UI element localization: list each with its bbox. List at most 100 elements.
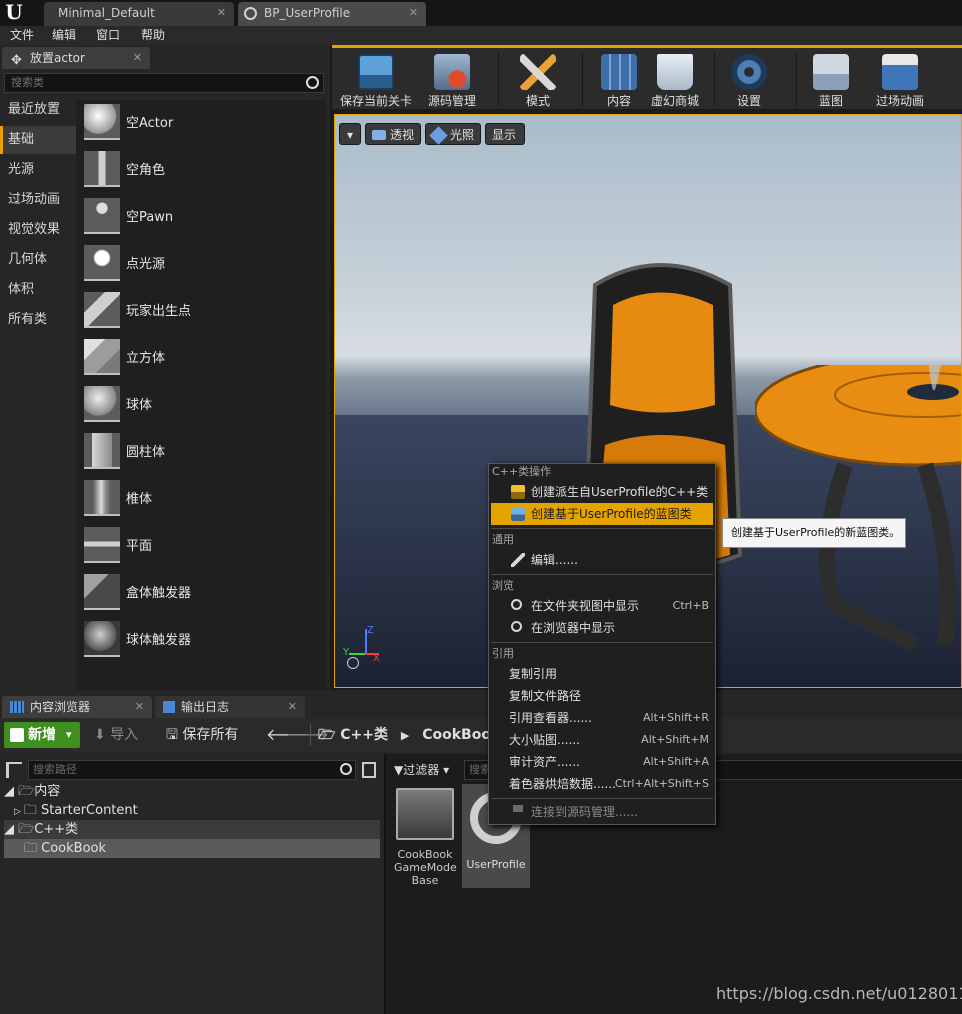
actor-item-box-trigger[interactable]: 盒体触发器: [82, 572, 322, 612]
button-label: 源码管理: [427, 94, 476, 108]
menu-item-copy-file-path[interactable]: 复制文件路径: [491, 685, 713, 707]
lit-button[interactable]: 光照: [425, 123, 481, 145]
menu-item-shader-cook-data[interactable]: 着色器烘焙数据...... Ctrl+Alt+Shift+S: [491, 773, 713, 795]
close-icon[interactable]: ✕: [409, 2, 418, 24]
tab-output-log[interactable]: 输出日志 ✕: [155, 696, 305, 718]
place-actor-tab[interactable]: ✥ 放置actor ✕: [2, 47, 150, 69]
category-lights[interactable]: 光源: [0, 156, 76, 184]
actor-item-plane[interactable]: 平面: [82, 525, 322, 565]
category-recent[interactable]: 最近放置: [0, 96, 76, 124]
class-search-input[interactable]: 搜索类: [4, 73, 324, 93]
actor-item-sphere-trigger[interactable]: 球体触发器: [82, 619, 322, 659]
menu-item-show-in-explorer[interactable]: 在浏览器中显示: [491, 617, 713, 639]
asset-tile-gamemode[interactable]: CookBook GameMode Base: [394, 786, 457, 890]
show-button[interactable]: 显示: [485, 123, 525, 145]
filter-button[interactable]: ▼过滤器 ▾: [394, 760, 449, 780]
perspective-icon: [372, 130, 386, 140]
actor-item-empty-actor[interactable]: 空Actor: [82, 102, 322, 142]
menu-file[interactable]: 文件: [10, 26, 34, 45]
tab-content-browser[interactable]: 内容浏览器 ✕: [2, 696, 152, 718]
actor-item-cube[interactable]: 立方体: [82, 337, 322, 377]
add-new-button[interactable]: 新增 ▾: [4, 722, 80, 748]
expanded-arrow-icon: ◢: [4, 822, 19, 837]
menu-item-edit[interactable]: 编辑......: [491, 549, 713, 571]
category-geometry[interactable]: 几何体: [0, 246, 76, 274]
source-control-icon: [434, 54, 470, 90]
button-label: 保存当前关卡: [339, 94, 412, 108]
tree-item-cpp-classes[interactable]: ◢ 🗁C++类: [4, 820, 380, 839]
content-button[interactable]: 内容: [590, 50, 648, 108]
modes-button[interactable]: 模式: [506, 50, 570, 108]
tooltip: 创建基于UserProfile的新蓝图类。: [722, 518, 906, 548]
toolbar-separator: [582, 52, 583, 106]
button-label: 蓝图: [818, 94, 843, 108]
category-visual-effects[interactable]: 视觉效果: [0, 216, 76, 244]
perspective-button[interactable]: 透视: [365, 123, 421, 145]
view-options-icon[interactable]: [362, 762, 376, 778]
menu-item-create-blueprint-class[interactable]: 创建基于UserProfile的蓝图类: [491, 503, 713, 525]
gamepad-icon: [396, 788, 454, 840]
separator: [310, 724, 311, 746]
breadcrumb-item-cpp-classes[interactable]: C++类: [340, 727, 388, 743]
filter-icon: ▼: [394, 763, 404, 777]
close-icon[interactable]: ✕: [135, 696, 144, 718]
actor-item-empty-pawn[interactable]: 空Pawn: [82, 196, 322, 236]
menu-item-create-cpp-class[interactable]: 创建派生自UserProfile的C++类: [491, 481, 713, 503]
menu-item-size-map[interactable]: 大小贴图...... Alt+Shift+M: [491, 729, 713, 751]
menu-window[interactable]: 窗口: [96, 26, 120, 45]
menu-help[interactable]: 帮助: [141, 26, 165, 45]
actor-item-empty-character[interactable]: 空角色: [82, 149, 322, 189]
viewport-options-dropdown[interactable]: ▾: [339, 123, 361, 145]
blueprint-icon: [813, 54, 849, 90]
tree-item-content[interactable]: ◢ 🗁内容: [4, 782, 60, 801]
empty-actor-icon: [84, 104, 120, 140]
button-label: 过滤器: [403, 763, 440, 777]
save-all-button[interactable]: 🖫 保存所有: [166, 718, 238, 752]
menu-item-show-in-folder-view[interactable]: 在文件夹视图中显示 Ctrl+B: [491, 595, 713, 617]
tab-bp-userprofile[interactable]: BP_UserProfile ✕: [238, 2, 426, 26]
add-new-icon: [10, 728, 24, 742]
item-label: 空Actor: [126, 116, 174, 131]
tree-item-starter-content[interactable]: ▷ 🗀 StarterContent: [14, 801, 138, 820]
menu-item-audit-assets[interactable]: 审计资产...... Alt+Shift+A: [491, 751, 713, 773]
menu-item-reference-viewer[interactable]: 引用查看器...... Alt+Shift+R: [491, 707, 713, 729]
import-button[interactable]: ⬇ 导入: [94, 718, 138, 752]
plug-icon: [513, 805, 523, 819]
expanded-arrow-icon: ◢: [4, 784, 19, 799]
settings-icon: [731, 54, 767, 90]
close-icon[interactable]: ✕: [133, 47, 142, 69]
category-cinematics[interactable]: 过场动画: [0, 186, 76, 214]
settings-button[interactable]: 设置: [722, 50, 776, 108]
category-basic[interactable]: 基础: [0, 126, 76, 154]
content-browser-icon: [10, 701, 24, 713]
menu-item-label: 审计资产......: [509, 755, 580, 769]
close-icon[interactable]: ✕: [288, 696, 297, 718]
toolbar-separator: [714, 52, 715, 106]
actor-item-cylinder[interactable]: 圆柱体: [82, 431, 322, 471]
blueprints-button[interactable]: 蓝图: [804, 50, 858, 108]
tree-item-cookbook[interactable]: 🗀 CookBook: [4, 839, 380, 858]
actor-item-point-light[interactable]: 点光源: [82, 243, 322, 283]
source-control-button[interactable]: 源码管理: [418, 50, 486, 108]
actor-item-sphere[interactable]: 球体: [82, 384, 322, 424]
cinematics-button[interactable]: 过场动画: [870, 50, 930, 108]
item-label: 球体: [126, 398, 153, 413]
tab-minimal-default[interactable]: Minimal_Default ✕: [44, 2, 234, 26]
category-volumes[interactable]: 体积: [0, 276, 76, 304]
chevron-down-icon: ▾: [439, 763, 450, 777]
sources-toggle-icon[interactable]: [6, 762, 22, 778]
actor-item-cone[interactable]: 椎体: [82, 478, 322, 518]
menu-item-connect-source-control: 连接到源码管理......: [491, 801, 713, 823]
actor-item-player-start[interactable]: 玩家出生点: [82, 290, 322, 330]
menu-edit[interactable]: 编辑: [52, 26, 76, 45]
marketplace-button[interactable]: 虚幻商城: [648, 50, 702, 108]
close-icon[interactable]: ✕: [217, 2, 226, 24]
menu-item-shortcut: Ctrl+Alt+Shift+S: [614, 777, 709, 790]
menu-item-label: 着色器烘焙数据......: [509, 777, 616, 791]
path-search-input[interactable]: 搜索路径: [28, 760, 356, 780]
menu-item-copy-reference[interactable]: 复制引用: [491, 663, 713, 685]
place-actor-icon: ✥: [11, 53, 22, 68]
category-all-classes[interactable]: 所有类: [0, 306, 76, 334]
save-current-level-button[interactable]: 保存当前关卡: [336, 50, 416, 108]
context-menu: C++类操作 创建派生自UserProfile的C++类 创建基于UserPro…: [488, 463, 716, 825]
